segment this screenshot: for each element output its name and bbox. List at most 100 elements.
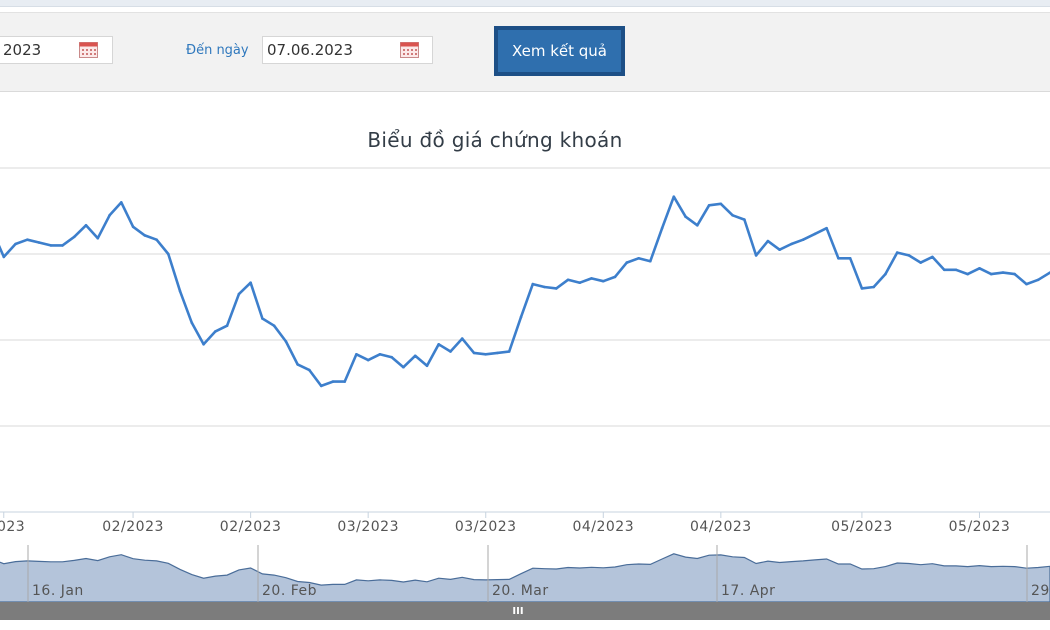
- data-point: [731, 214, 734, 217]
- data-point: [472, 351, 476, 355]
- data-point: [108, 214, 111, 217]
- data-point: [707, 204, 711, 207]
- data-point: [884, 272, 887, 276]
- data-point: [143, 234, 147, 237]
- data-point: [719, 202, 723, 206]
- data-point: [402, 365, 405, 369]
- x-tick-label: /2023: [0, 519, 25, 535]
- data-point: [1001, 271, 1005, 274]
- data-point: [743, 218, 746, 221]
- data-point: [790, 242, 793, 246]
- data-point: [84, 224, 88, 227]
- data-point: [860, 287, 864, 290]
- data-point: [978, 267, 981, 270]
- data-point: [754, 254, 758, 257]
- navigator-date-label: 20. Feb: [262, 583, 317, 599]
- data-point: [296, 363, 299, 366]
- data-point: [519, 315, 523, 319]
- data-point: [425, 364, 429, 368]
- data-point: [2, 255, 6, 259]
- series-group: [0, 195, 1050, 388]
- data-point: [190, 321, 194, 325]
- data-point: [1036, 278, 1040, 282]
- data-point: [496, 351, 499, 355]
- data-point: [413, 354, 417, 358]
- price-chart: /2023 02/2023 02/2023 03/2023 03/2023 04/2023…: [0, 167, 1050, 620]
- data-point: [249, 281, 252, 285]
- x-tick-label: 02/2023: [220, 519, 282, 535]
- data-point: [954, 268, 958, 272]
- data-point: [566, 278, 570, 282]
- data-point: [837, 257, 840, 260]
- data-point: [261, 317, 264, 320]
- data-point: [602, 279, 605, 283]
- data-point: [660, 226, 664, 230]
- data-point: [272, 324, 276, 328]
- x-tick-label: 05/2023: [949, 519, 1011, 535]
- data-point: [167, 252, 170, 256]
- navigator[interactable]: 16. Jan 20. Feb 20. Mar 17. Apr 29 III: [0, 545, 1050, 620]
- data-point: [684, 215, 687, 218]
- data-point: [202, 343, 205, 346]
- data-point: [366, 358, 370, 362]
- data-point: [120, 201, 123, 204]
- data-point: [931, 255, 934, 259]
- scrollbar-handle-grip[interactable]: III: [512, 606, 523, 617]
- data-point: [214, 330, 217, 333]
- data-point: [355, 353, 358, 356]
- data-point: [672, 195, 676, 198]
- x-tick-label: 03/2023: [337, 519, 399, 535]
- data-point: [178, 290, 182, 293]
- data-point: [378, 353, 382, 356]
- data-point: [919, 261, 922, 264]
- data-point: [308, 368, 311, 372]
- data-point: [343, 380, 347, 383]
- data-point: [437, 343, 441, 346]
- data-point: [237, 292, 241, 296]
- x-axis: /2023 02/2023 02/2023 03/2023 03/2023 04/2023…: [0, 512, 1010, 535]
- data-point: [696, 224, 699, 227]
- data-point: [1025, 282, 1028, 286]
- data-point: [555, 287, 558, 290]
- data-point: [578, 281, 582, 285]
- data-point: [507, 350, 511, 353]
- data-point: [61, 244, 64, 247]
- x-tick-label: 02/2023: [102, 519, 164, 535]
- data-point: [907, 254, 911, 257]
- data-point: [649, 259, 652, 263]
- data-point: [813, 232, 817, 236]
- data-point: [778, 248, 781, 251]
- data-point: [637, 257, 640, 260]
- price-series-line: [0, 195, 1050, 388]
- navigator-date-label: 29: [1031, 583, 1050, 599]
- data-point: [484, 353, 488, 356]
- data-point: [543, 285, 546, 289]
- data-point: [531, 282, 535, 286]
- data-point: [390, 355, 394, 359]
- data-point: [895, 251, 899, 254]
- data-point: [966, 272, 969, 276]
- navigator-date-label: 20. Mar: [492, 583, 549, 599]
- data-point: [26, 238, 29, 241]
- x-tick-label: 05/2023: [831, 519, 893, 535]
- data-point: [37, 241, 41, 244]
- data-point: [331, 380, 335, 383]
- data-point: [590, 277, 593, 280]
- data-point: [613, 275, 617, 279]
- data-point: [49, 244, 53, 247]
- data-point: [225, 324, 229, 328]
- data-point: [131, 225, 135, 229]
- data-point: [319, 384, 323, 388]
- data-point: [872, 285, 875, 289]
- scrollbar-track[interactable]: [0, 602, 1050, 620]
- data-point: [284, 340, 288, 343]
- data-point: [155, 238, 158, 241]
- data-point: [801, 238, 805, 241]
- data-point: [1013, 272, 1016, 276]
- data-point: [460, 337, 464, 340]
- data-point: [848, 257, 852, 260]
- navigator-date-label: 16. Jan: [32, 583, 84, 599]
- data-point: [766, 239, 770, 243]
- data-point: [989, 272, 993, 276]
- x-tick-label: 04/2023: [690, 519, 752, 535]
